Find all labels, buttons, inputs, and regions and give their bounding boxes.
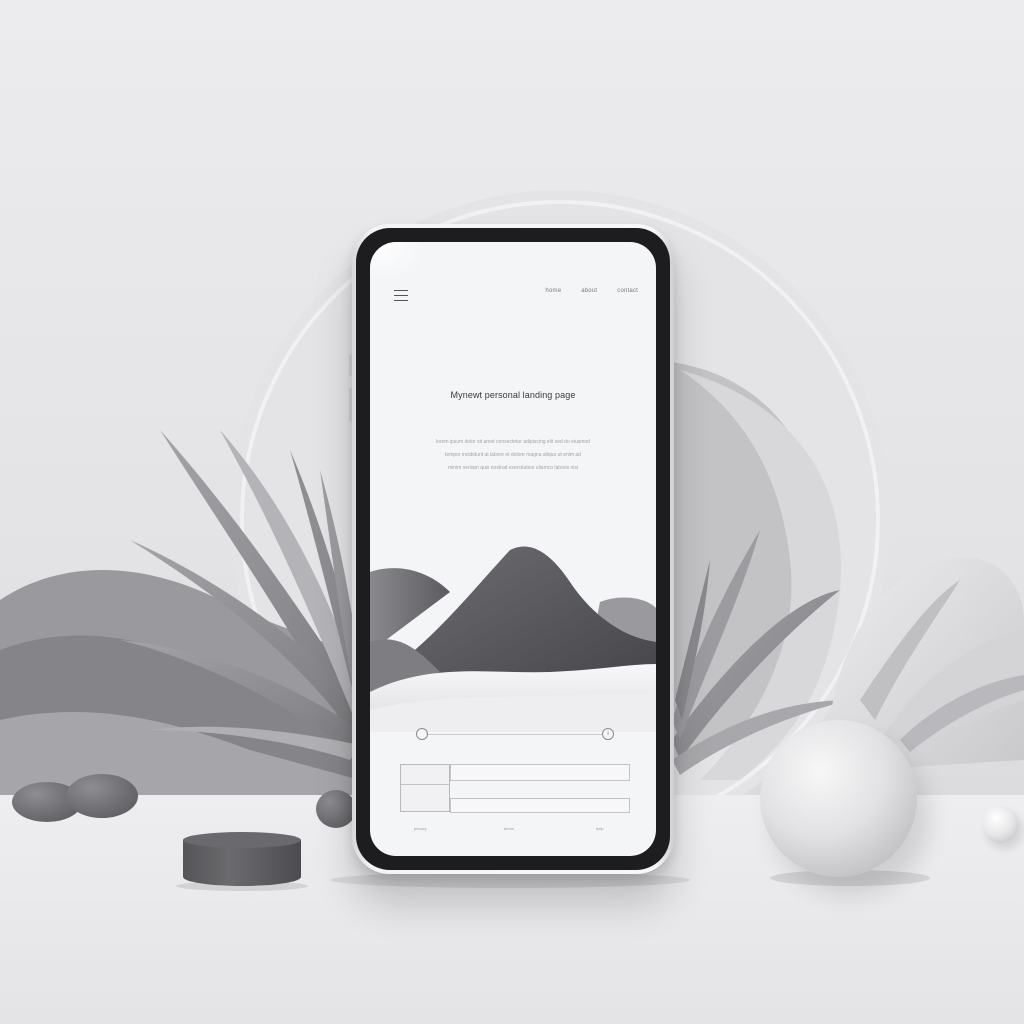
info-icon[interactable]: i [602, 728, 614, 740]
intro-paragraph: lorem ipsum dolor sit amet consectetur a… [406, 436, 620, 475]
product-mockup-scene: home about contact Mynewt personal landi… [0, 0, 1024, 1024]
pebble-left-3 [316, 790, 356, 828]
progress-slider[interactable]: i [416, 728, 614, 742]
large-sphere [760, 720, 917, 877]
slider-track [426, 734, 604, 735]
page-headline: Mynewt personal landing page [450, 390, 576, 400]
phone-bezel: home about contact Mynewt personal landi… [356, 228, 670, 870]
nav-link-contact[interactable]: contact [617, 288, 638, 294]
footer-link-privacy[interactable]: privacy [414, 826, 427, 831]
hero-mountain-illustration [370, 546, 656, 732]
slider-handle-start[interactable] [416, 728, 428, 740]
small-sphere [982, 806, 1019, 843]
pebble-left-2 [66, 774, 138, 818]
nav-link-home[interactable]: home [545, 288, 561, 294]
footer-link-terms[interactable]: terms [504, 826, 514, 831]
footer: privacy terms help [370, 826, 656, 834]
image-placeholder[interactable] [400, 764, 450, 812]
phone-screen: home about contact Mynewt personal landi… [370, 242, 656, 856]
screen-glare [370, 242, 430, 282]
cylinder-puck [183, 832, 301, 886]
intro-line: minim veniam quis nostrud exercitation u… [447, 465, 579, 471]
hamburger-menu-icon[interactable] [394, 290, 408, 302]
nav-link-about[interactable]: about [581, 288, 597, 294]
top-nav: home about contact [545, 288, 638, 294]
text-field-2[interactable] [450, 798, 630, 813]
intro-line: lorem ipsum dolor sit amet consectetur a… [436, 439, 590, 445]
side-button [349, 354, 352, 376]
text-field-1[interactable] [450, 764, 630, 781]
smartphone-mockup: home about contact Mynewt personal landi… [349, 224, 674, 874]
side-button [349, 388, 352, 422]
intro-line: tempor incididunt ut labore et dolore ma… [445, 452, 581, 458]
footer-link-help[interactable]: help [596, 826, 604, 831]
